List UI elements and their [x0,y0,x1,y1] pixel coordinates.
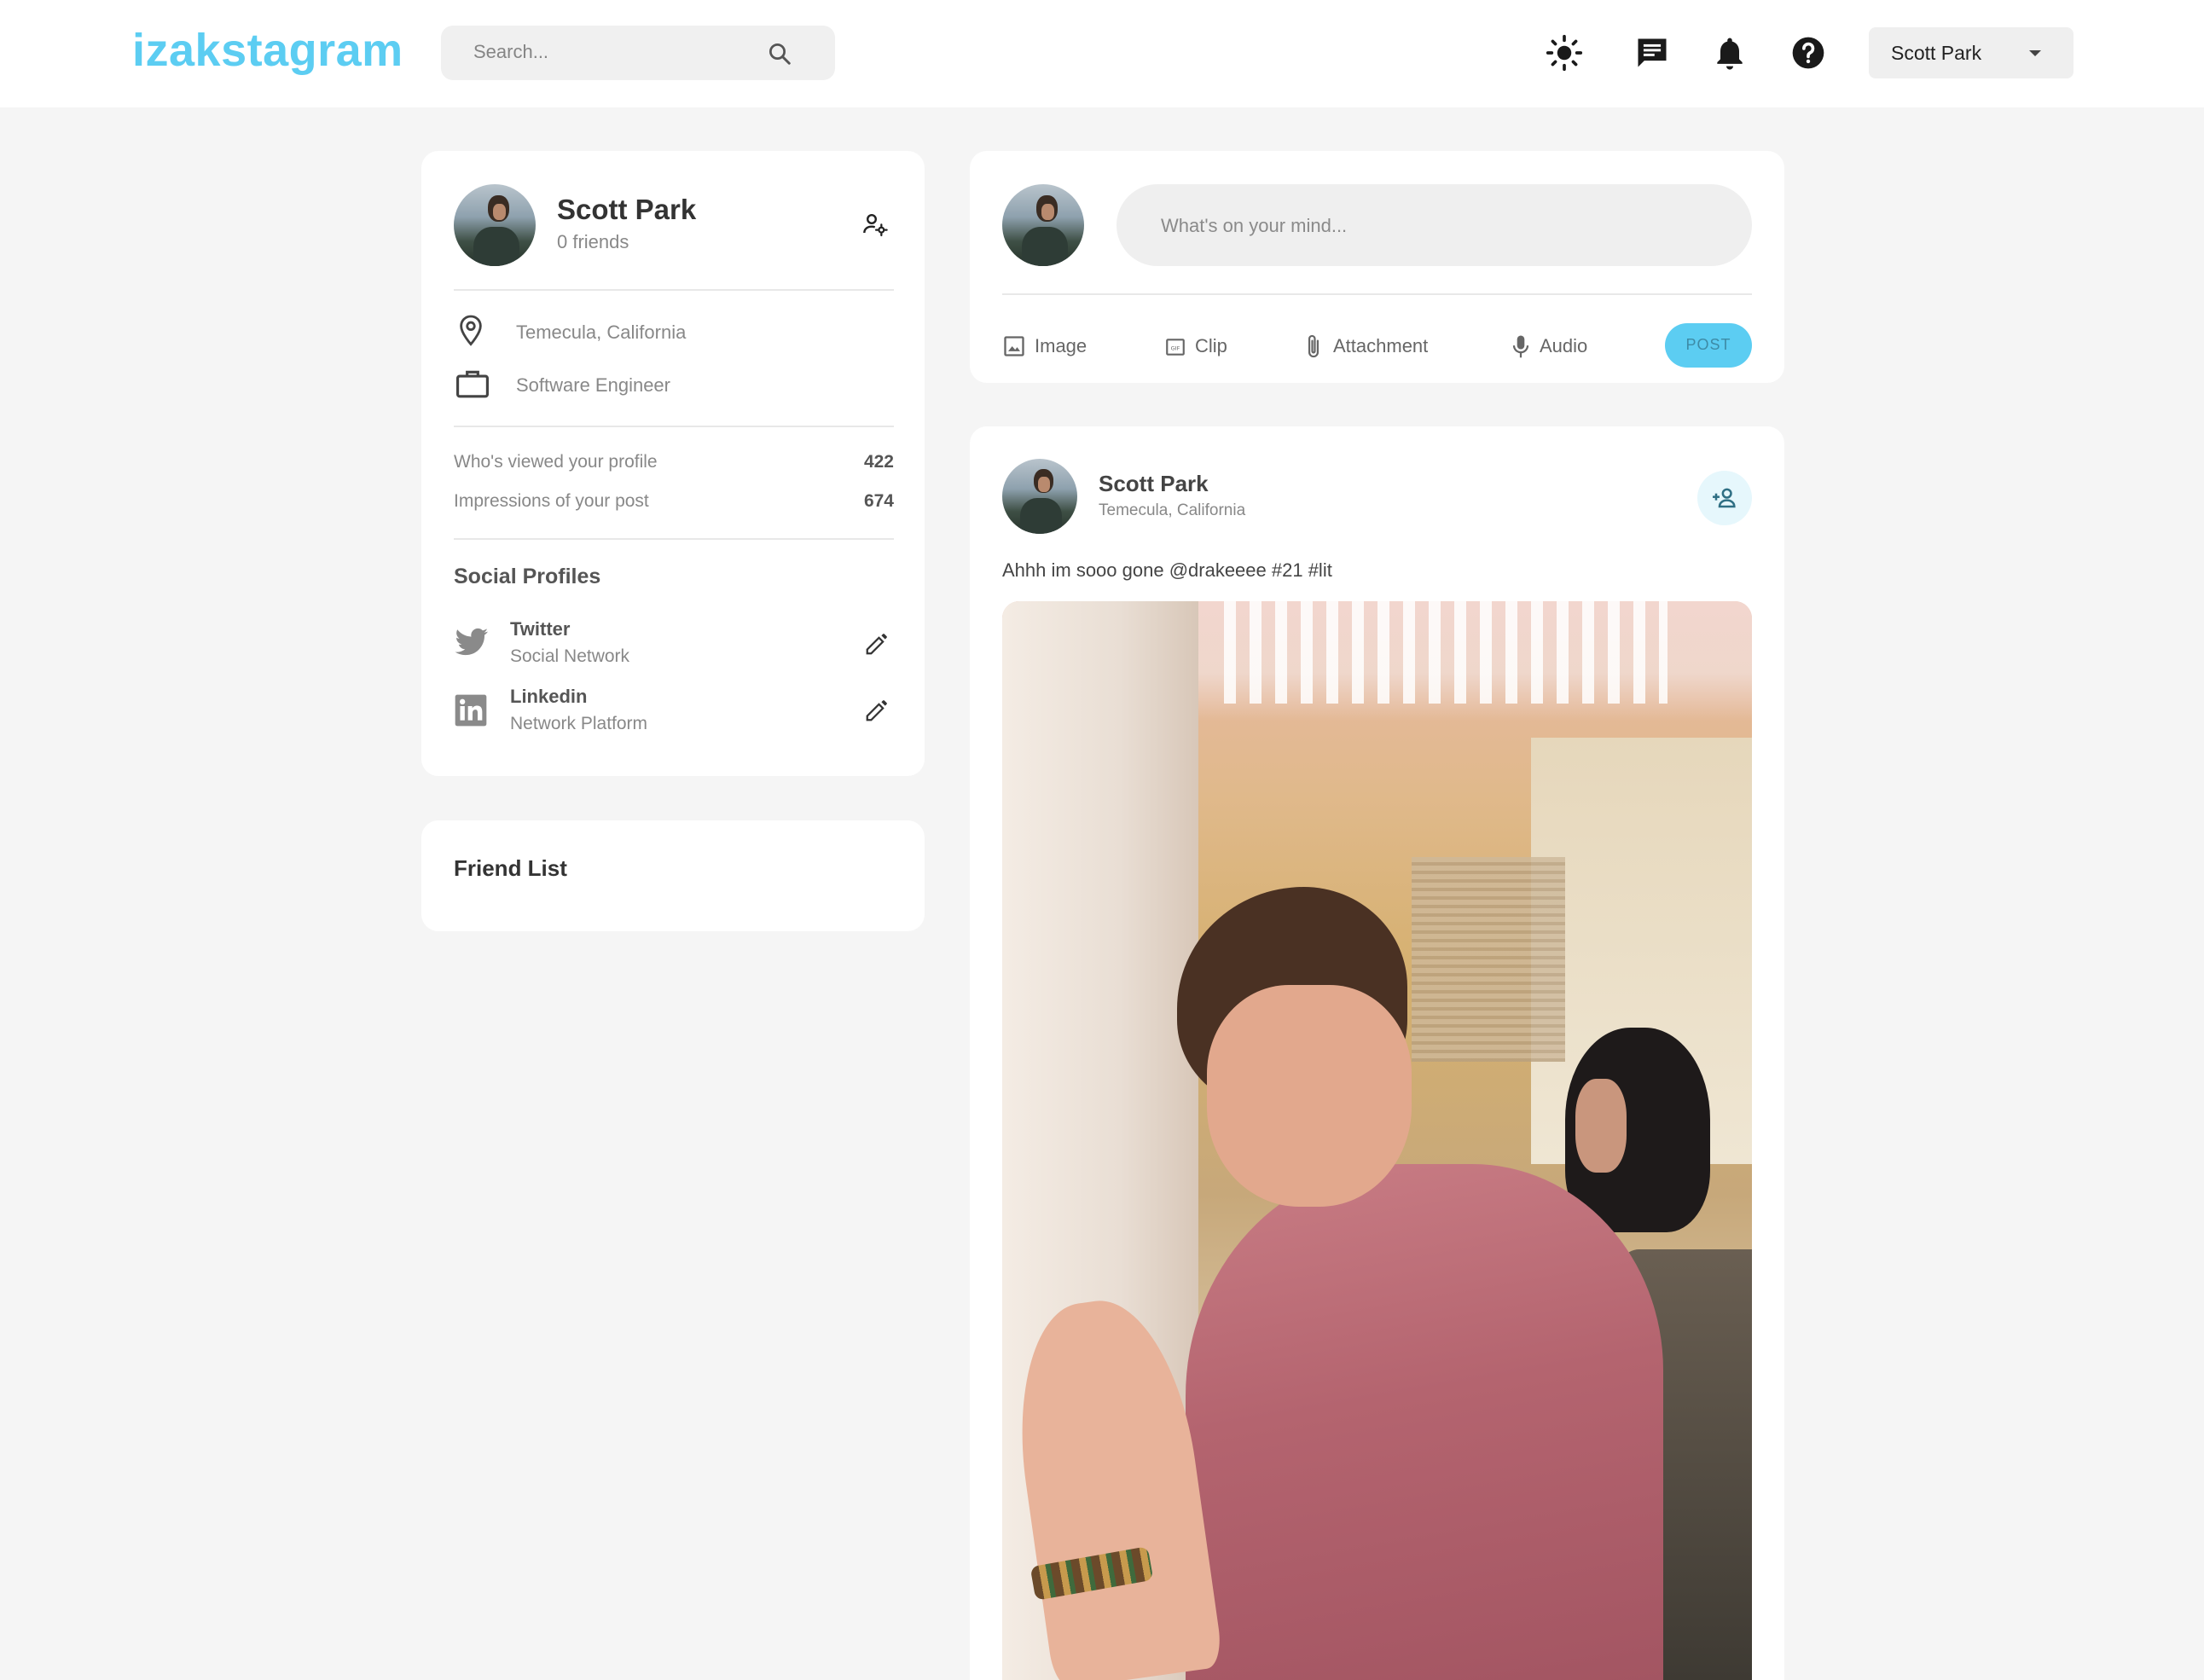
svg-text:GIF: GIF [1171,345,1180,351]
composer-clip-button[interactable]: GIF Clip [1164,332,1241,361]
user-menu-select[interactable]: Scott Park [1869,27,2074,78]
social-twitter-name[interactable]: Twitter [510,618,570,640]
notification-bell-icon[interactable] [1711,34,1749,72]
profile-location: Temecula, California [516,322,687,343]
stat-label-profile-views: Who's viewed your profile [454,452,658,472]
briefcase-icon [456,370,489,398]
divider [1002,293,1752,295]
friend-list-title: Friend List [454,855,567,881]
image-icon [1004,336,1024,356]
location-pin-icon [460,315,482,346]
avatar[interactable] [1002,459,1077,534]
chevron-down-icon [2029,50,2041,56]
help-icon[interactable] [1789,34,1827,72]
user-menu-name: Scott Park [1891,42,1982,64]
profile-name[interactable]: Scott Park [557,194,696,226]
avatar[interactable] [1002,184,1084,266]
social-linkedin-type: Network Platform [510,714,648,733]
post-author-location: Temecula, California [1099,501,1246,519]
person-add-icon [1713,488,1736,508]
social-profiles-title: Social Profiles [454,565,601,588]
manage-account-icon[interactable] [861,211,889,238]
composer-clip-label: Clip [1195,335,1227,356]
avatar[interactable] [454,184,536,266]
divider [454,426,894,427]
composer-placeholder: What's on your mind... [1161,215,1348,236]
twitter-icon [455,628,488,656]
stat-label-impressions: Impressions of your post [454,491,649,511]
composer-image-button[interactable]: Image [1002,332,1096,361]
friend-list-card: Friend List [421,820,925,931]
app-logo[interactable]: izakstagram [132,24,403,77]
divider [454,538,894,540]
post-composer-card: What's on your mind... Image GIF Clip At… [970,151,1784,383]
composer-input[interactable]: What's on your mind... [1116,184,1752,266]
divider [454,289,894,291]
post-button[interactable]: POST [1665,323,1752,368]
gif-clip-icon: GIF [1166,339,1185,356]
add-friend-button[interactable] [1697,471,1752,525]
message-icon[interactable] [1633,34,1671,72]
search-box[interactable]: Search... [441,26,835,80]
post-author-name[interactable]: Scott Park [1099,471,1209,497]
search-icon[interactable] [767,41,792,67]
post-caption: Ahhh im sooo gone @drakeeee #21 #lit [1002,559,1332,581]
edit-pencil-icon[interactable] [864,631,890,657]
linkedin-icon [455,694,487,727]
friends-count: 0 friends [557,231,629,252]
composer-attachment-label: Attachment [1333,335,1429,356]
composer-image-label: Image [1035,335,1088,356]
social-twitter-type: Social Network [510,646,630,666]
composer-attachment-button[interactable]: Attachment [1302,332,1447,361]
profile-occupation: Software Engineer [516,374,670,396]
composer-audio-button[interactable]: Audio [1511,332,1596,361]
top-navbar: izakstagram Search... Scott Park [0,0,2204,107]
post-button-label: POST [1685,336,1731,353]
edit-pencil-icon[interactable] [864,698,890,723]
social-linkedin-name[interactable]: Linkedin [510,686,587,708]
brightness-icon[interactable] [1546,34,1583,72]
stat-value-profile-views: 422 [863,452,894,472]
post-image[interactable] [1002,601,1752,1680]
paperclip-icon [1308,334,1320,358]
search-input[interactable]: Search... [473,41,548,63]
microphone-icon [1512,335,1529,358]
stat-value-impressions: 674 [863,491,894,511]
composer-audio-label: Audio [1540,335,1588,356]
profile-card: Scott Park 0 friends Temecula, Californi… [421,151,925,776]
